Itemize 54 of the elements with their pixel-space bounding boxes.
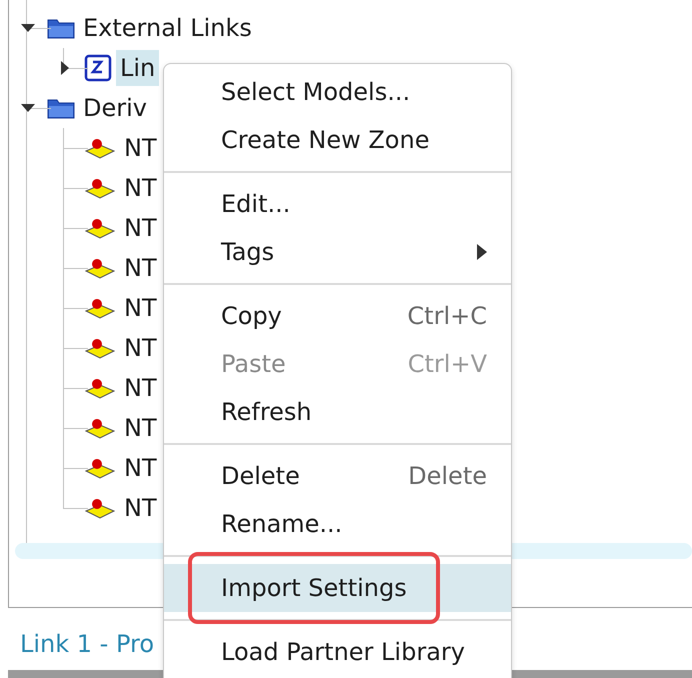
menu-item-label: Delete <box>221 462 301 490</box>
menu-item[interactable]: Select Models... <box>164 68 511 116</box>
part-icon <box>84 497 116 519</box>
part-icon <box>84 337 116 359</box>
menu-item-label: Tags <box>221 238 276 266</box>
menu-item[interactable]: Copy Ctrl+C <box>164 292 511 340</box>
folder-icon <box>47 17 75 39</box>
link-icon <box>84 54 112 82</box>
part-icon <box>84 177 116 199</box>
menu-item-label: Load Partner Library <box>221 638 466 666</box>
menu-item-label: Rename... <box>221 510 344 538</box>
menu-item-label: Create New Zone <box>221 126 430 154</box>
menu-item[interactable]: Create New Zone <box>164 116 511 164</box>
part-icon <box>84 417 116 439</box>
menu-item[interactable]: Tags <box>164 228 511 276</box>
menu-item[interactable]: Load Partner Library <box>164 628 511 676</box>
shortcut-label: Ctrl+C <box>407 302 487 330</box>
menu-item-label: Copy <box>221 302 283 330</box>
menu-item-label: Import Settings <box>221 574 408 602</box>
menu-item[interactable]: Edit... <box>164 180 511 228</box>
tree-item[interactable]: NT <box>120 210 161 246</box>
tree-item[interactable]: NT <box>120 250 161 286</box>
shortcut-label: Delete <box>408 462 487 490</box>
menu-item-label: Refresh <box>221 398 313 426</box>
tree-item[interactable]: NT <box>120 330 161 366</box>
tree-item[interactable]: NT <box>120 370 161 406</box>
tree-item[interactable]: Deriv <box>79 90 151 126</box>
tree-item[interactable]: NT <box>120 450 161 486</box>
tree-item[interactable]: NT <box>120 490 161 526</box>
menu-item-label: Paste <box>221 350 287 378</box>
menu-item-label: Edit... <box>221 190 292 218</box>
part-icon <box>84 297 116 319</box>
folder-icon <box>47 97 75 119</box>
tree-item[interactable]: NT <box>120 130 161 166</box>
part-icon <box>84 217 116 239</box>
part-icon <box>84 457 116 479</box>
collapsed-arrow-icon[interactable] <box>60 61 70 75</box>
tree-item[interactable]: NT <box>120 410 161 446</box>
tree-item[interactable]: Lin <box>116 50 160 86</box>
tree-item[interactable]: External Links <box>79 10 256 46</box>
shortcut-label: Ctrl+V <box>408 350 487 378</box>
expanded-arrow-icon[interactable] <box>21 23 35 33</box>
part-icon <box>84 137 116 159</box>
tree-item[interactable]: NT <box>120 290 161 326</box>
part-icon <box>84 377 116 399</box>
part-icon <box>84 257 116 279</box>
menu-item[interactable]: Delete Delete <box>164 452 511 500</box>
tree-item[interactable]: NT <box>120 170 161 206</box>
menu-item[interactable]: Rename... <box>164 500 511 548</box>
menu-item[interactable]: Refresh <box>164 388 511 436</box>
menu-item-label: Select Models... <box>221 78 412 106</box>
properties-title: Link 1 - Pro <box>20 630 154 658</box>
menu-item[interactable]: Import Settings <box>164 564 511 612</box>
expanded-arrow-icon[interactable] <box>21 103 35 113</box>
